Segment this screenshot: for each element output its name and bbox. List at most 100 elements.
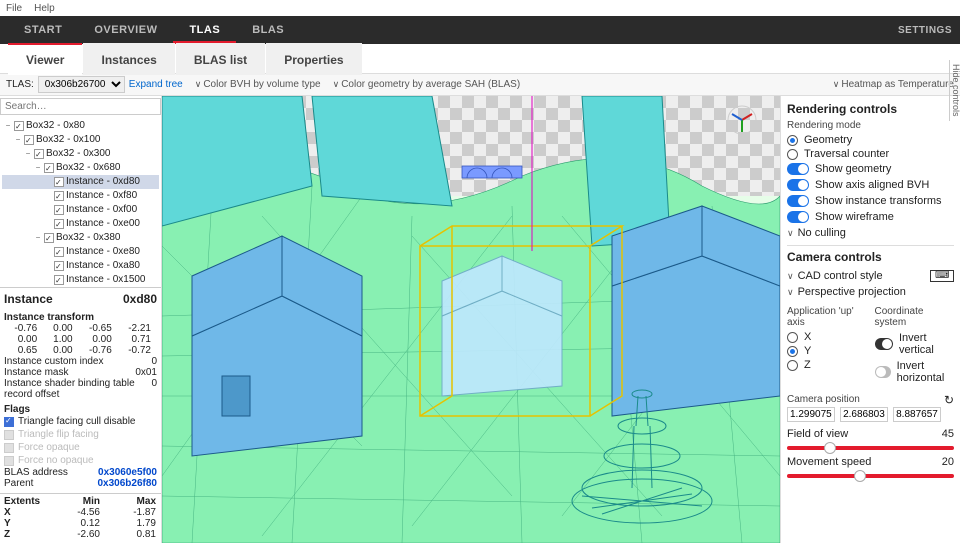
up-axis-label: Application 'up' axis (787, 306, 867, 328)
primary-tabs: START OVERVIEW TLAS BLAS SETTINGS (0, 16, 960, 44)
tree-node[interactable]: −Box32 - 0x80 (2, 119, 159, 133)
tree-node[interactable]: Instance - 0xa80 (2, 259, 159, 273)
settings-button[interactable]: SETTINGS (898, 25, 952, 36)
checkbox-icon[interactable] (54, 219, 64, 229)
tab-start[interactable]: START (8, 16, 78, 44)
transform-matrix: -0.760.00-0.65-2.210.001.000.000.710.650… (4, 323, 157, 356)
checkbox-icon[interactable] (54, 177, 64, 187)
speed-label: Movement speed (787, 456, 871, 468)
instance-id: 0xd80 (123, 292, 157, 306)
custom-index-label: Instance custom index (4, 356, 104, 367)
hierarchy-tree[interactable]: −Box32 - 0x80−Box32 - 0x100−Box32 - 0x30… (0, 117, 161, 287)
tlas-label: TLAS: (6, 79, 34, 90)
show-wireframe-toggle[interactable]: Show wireframe (787, 209, 954, 225)
instance-title: Instance (4, 292, 53, 306)
extents-max-header: Max (100, 496, 156, 507)
tab-properties[interactable]: Properties (266, 43, 361, 75)
checkbox-icon[interactable] (34, 149, 44, 159)
transform-label: Instance transform (4, 312, 157, 323)
checkbox-icon[interactable] (54, 205, 64, 215)
tree-node[interactable]: −Box32 - 0x380 (2, 231, 159, 245)
tlas-select[interactable]: 0x306b26700 (38, 76, 125, 93)
checkbox-icon[interactable] (54, 261, 64, 271)
tree-node[interactable]: Instance - 0xf80 (2, 189, 159, 203)
invert-horizontal-toggle[interactable]: Invert horizontal (875, 358, 955, 386)
secondary-tabs: Viewer Instances BLAS list Properties (0, 44, 960, 74)
campos-x-input[interactable] (787, 407, 835, 422)
extents-row: Z-2.600.81 (4, 529, 157, 540)
flag-checkbox: Force opaque (4, 441, 157, 454)
search-input[interactable] (0, 98, 161, 115)
tree-node[interactable]: −Box32 - 0x300 (2, 147, 159, 161)
parent-link[interactable]: 0x306b26f80 (98, 478, 158, 489)
checkbox-icon[interactable] (24, 135, 34, 145)
rendering-controls-header: Rendering controls (787, 102, 954, 116)
checkbox-icon[interactable] (54, 191, 64, 201)
blas-address-link[interactable]: 0x3060e5f00 (98, 467, 157, 478)
invert-vertical-toggle[interactable]: Invert vertical (875, 330, 955, 358)
tree-node[interactable]: Instance - 0xe80 (2, 245, 159, 259)
radio-off-icon (787, 149, 798, 160)
tree-node[interactable]: −Box32 - 0x100 (2, 133, 159, 147)
tab-tlas[interactable]: TLAS (173, 16, 236, 44)
fov-slider[interactable] (787, 446, 954, 450)
tree-node[interactable]: Instance - 0x1500 (2, 273, 159, 287)
custom-index-value: 0 (151, 356, 157, 367)
help-menu[interactable]: Help (34, 3, 55, 14)
tree-node[interactable]: −Box32 - 0x680 (2, 161, 159, 175)
checkbox-icon[interactable] (44, 163, 54, 173)
menu-bar: File Help (0, 0, 960, 16)
tree-node[interactable]: Instance - 0xe00 (2, 217, 159, 231)
show-bvh-toggle[interactable]: Show axis aligned BVH (787, 177, 954, 193)
right-panel: Rendering controls Rendering mode Geomet… (780, 96, 960, 543)
hide-controls-button[interactable]: Hide controls (949, 60, 960, 121)
tab-instances[interactable]: Instances (83, 43, 174, 75)
viewport[interactable] (162, 96, 780, 543)
scene-render (162, 96, 780, 543)
file-menu[interactable]: File (6, 3, 22, 14)
tab-overview[interactable]: OVERVIEW (78, 16, 173, 44)
left-panel: −Box32 - 0x80−Box32 - 0x100−Box32 - 0x30… (0, 96, 162, 543)
sbt-value: 0 (151, 378, 157, 400)
keyboard-icon[interactable] (930, 270, 954, 282)
tab-viewer[interactable]: Viewer (8, 43, 82, 75)
fov-label: Field of view (787, 428, 848, 440)
tab-blas[interactable]: BLAS (236, 16, 300, 44)
campos-z-input[interactable] (893, 407, 941, 422)
camera-position-label: Camera position (787, 394, 860, 405)
campos-y-input[interactable] (840, 407, 888, 422)
culling-dropdown[interactable]: No culling (787, 225, 954, 241)
extents-title: Extents (4, 496, 44, 507)
control-style-dropdown[interactable]: CAD control style (787, 268, 883, 284)
speed-slider[interactable] (787, 474, 954, 478)
tab-blas-list[interactable]: BLAS list (176, 43, 265, 75)
checkbox-icon[interactable] (54, 275, 64, 285)
heatmap-dropdown[interactable]: Heatmap as Temperature (833, 79, 954, 90)
radio-on-icon (787, 135, 798, 146)
reset-camera-icon[interactable]: ↻ (944, 393, 954, 407)
color-geometry-dropdown[interactable]: Color geometry by average SAH (BLAS) (333, 79, 521, 90)
fov-value: 45 (942, 428, 954, 440)
extents-min-header: Min (44, 496, 100, 507)
show-geometry-toggle[interactable]: Show geometry (787, 161, 954, 177)
color-bvh-dropdown[interactable]: Color BVH by volume type (195, 79, 321, 90)
checkbox-icon[interactable] (14, 121, 24, 131)
tree-node[interactable]: Instance - 0xd80 (2, 175, 159, 189)
mode-traversal-radio[interactable]: Traversal counter (787, 147, 954, 161)
up-y-radio[interactable]: Y (787, 344, 867, 358)
rendering-mode-label: Rendering mode (787, 120, 954, 131)
show-instance-toggle[interactable]: Show instance transforms (787, 193, 954, 209)
checkbox-icon[interactable] (44, 233, 54, 243)
mode-geometry-radio[interactable]: Geometry (787, 133, 954, 147)
checkbox-icon[interactable] (54, 247, 64, 257)
expand-tree-link[interactable]: Expand tree (129, 79, 183, 90)
extents-row: Y0.121.79 (4, 518, 157, 529)
up-z-radio[interactable]: Z (787, 358, 867, 372)
parent-label: Parent (4, 478, 33, 489)
up-x-radio[interactable]: X (787, 330, 867, 344)
blas-address-label: BLAS address (4, 467, 68, 478)
tree-node[interactable]: Instance - 0xf00 (2, 203, 159, 217)
projection-dropdown[interactable]: Perspective projection (787, 284, 954, 300)
flag-checkbox[interactable]: Triangle facing cull disable (4, 415, 157, 428)
speed-value: 20 (942, 456, 954, 468)
